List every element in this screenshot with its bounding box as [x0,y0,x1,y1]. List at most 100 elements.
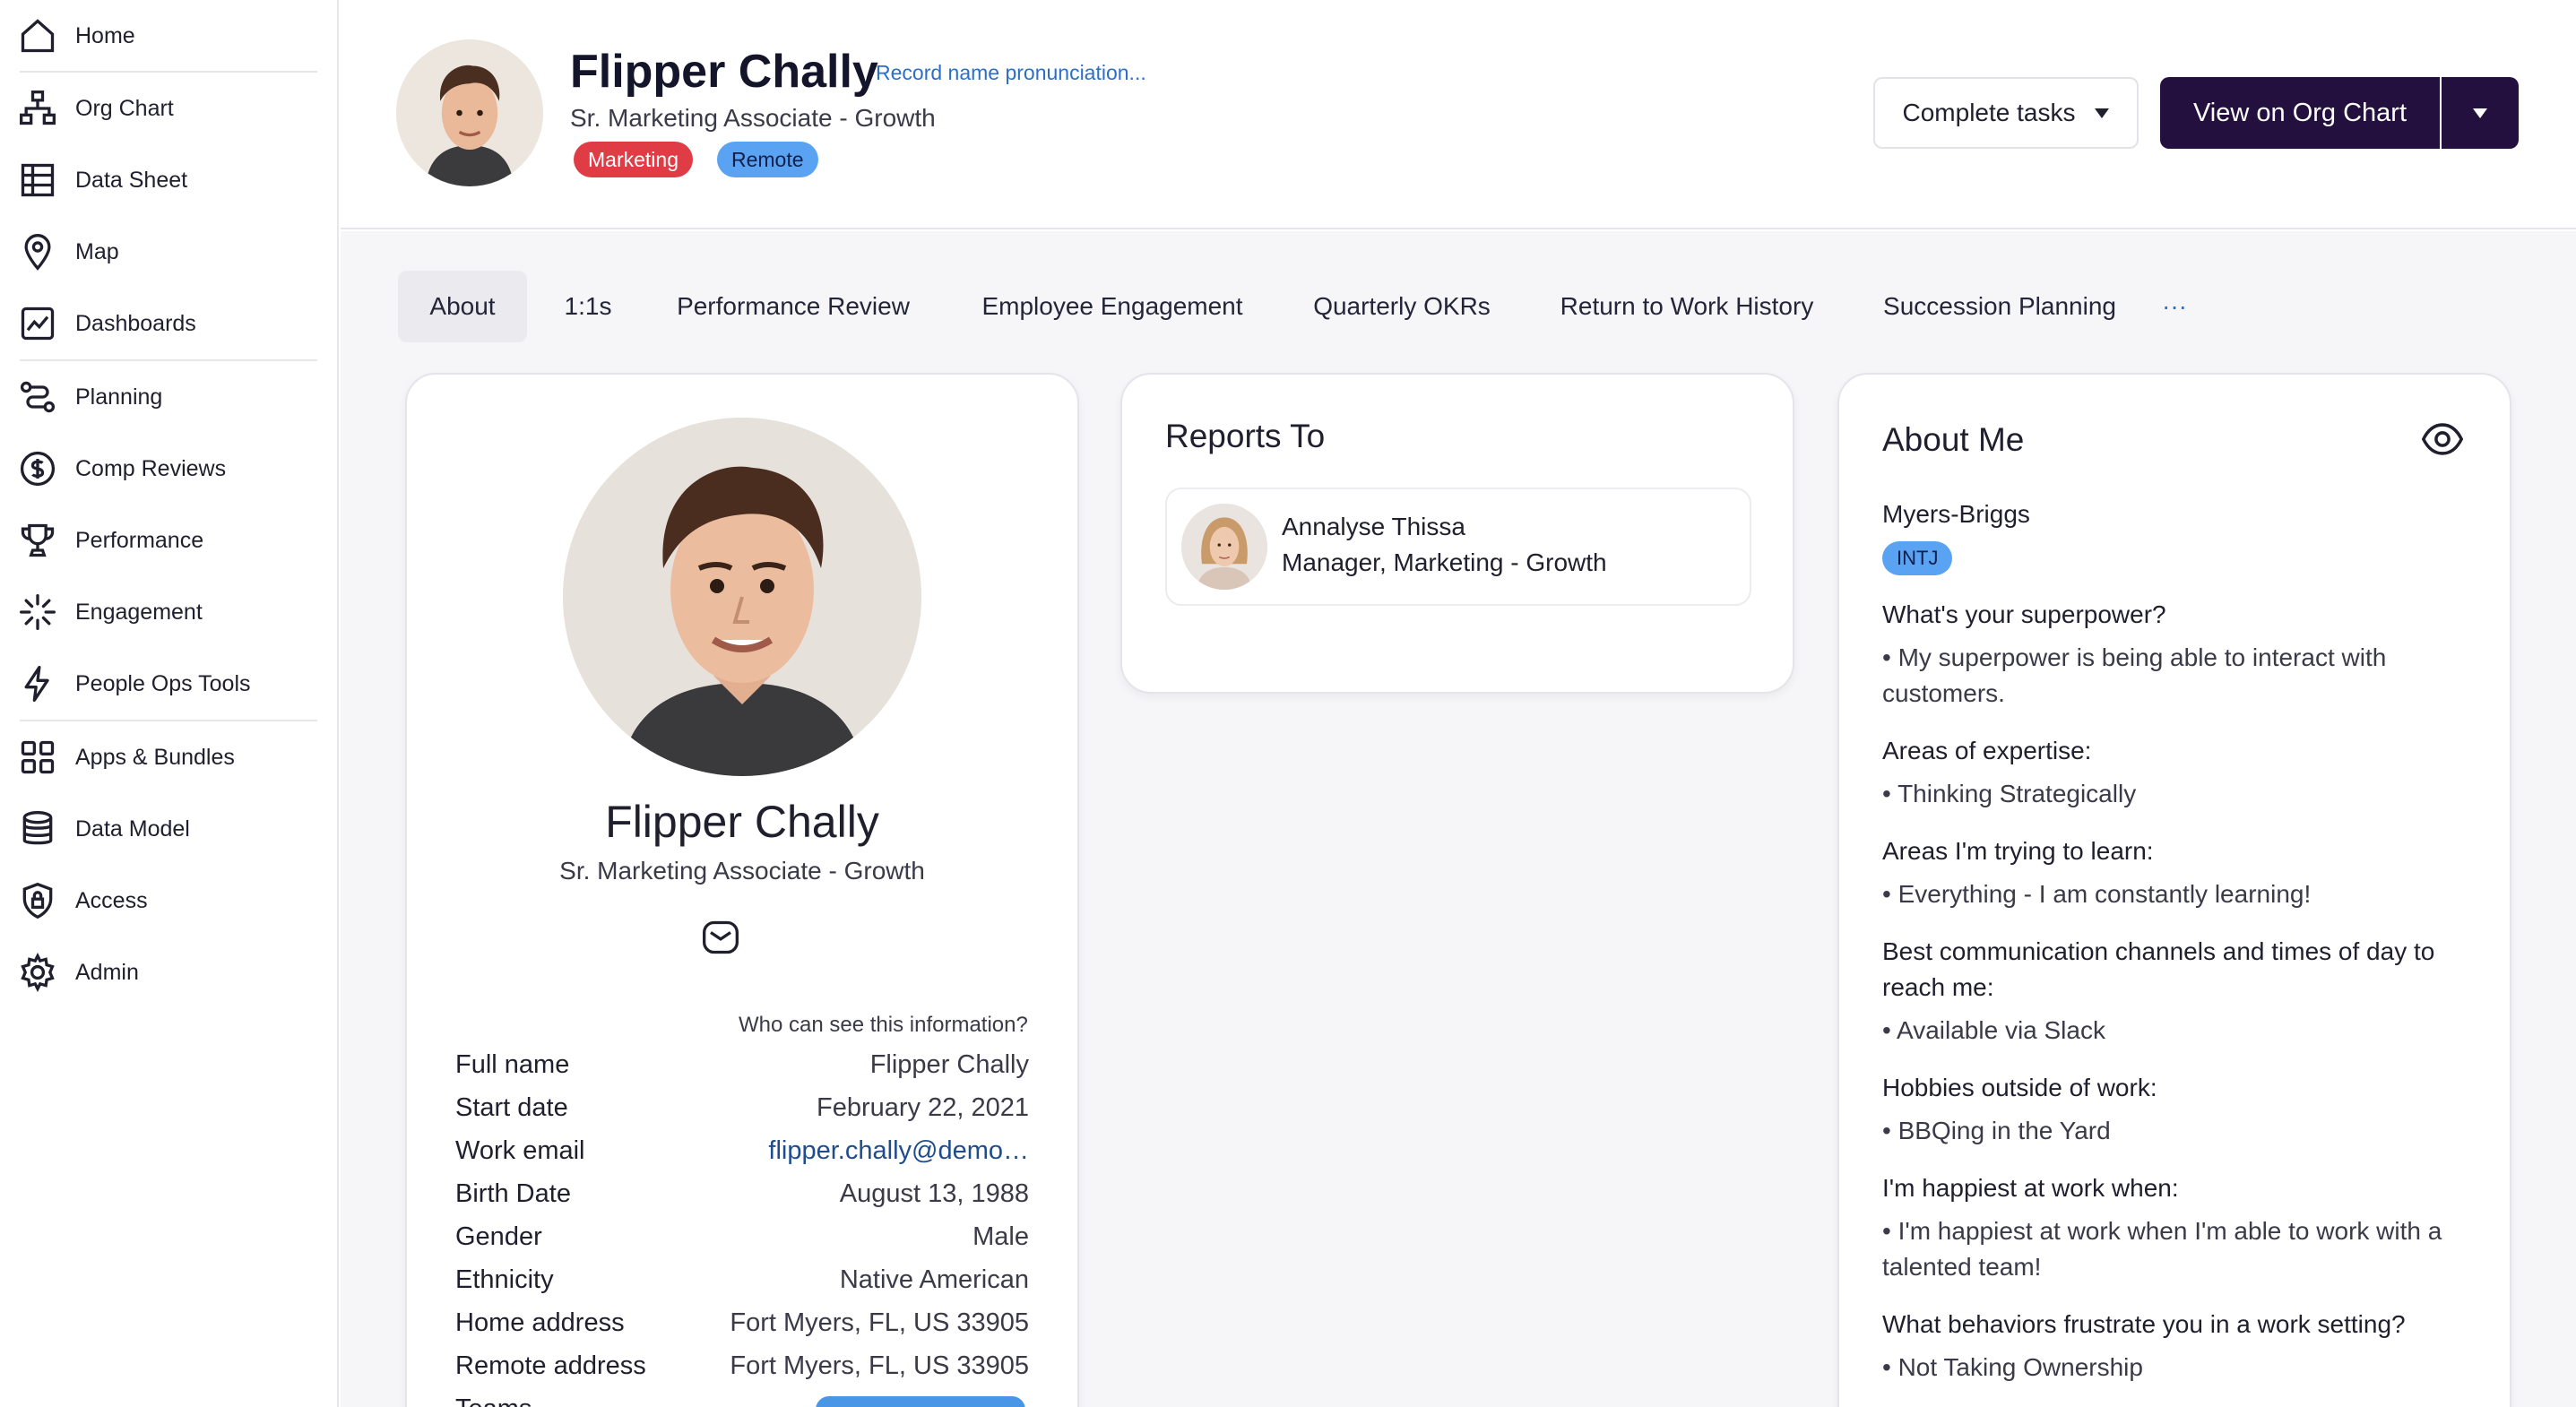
profile-photo [563,418,921,776]
field-ethnicity: Ethnicity Native American [455,1260,1029,1299]
org-chart-dropdown-button[interactable] [2442,77,2519,149]
sidebar-item-label: Dashboards [75,310,196,336]
manager-avatar [1181,504,1267,590]
sidebar-item-people-ops-tools[interactable]: People Ops Tools [16,657,321,711]
answer-happiest: • I'm happiest at work when I'm able to … [1882,1217,2442,1281]
question-communication: Best communication channels and times of… [1882,937,2435,1001]
sidebar-item-label: Performance [75,527,204,553]
email-icon[interactable] [701,918,740,957]
sidebar-item-label: Apps & Bundles [75,744,235,770]
work-email-link[interactable]: flipper.chally@demo… [768,1136,1029,1166]
sidebar-item-org-chart[interactable]: Org Chart [16,82,321,135]
location-badge[interactable]: Remote [717,142,818,177]
tab-performance-review[interactable]: Performance Review [660,271,927,342]
sidebar-item-label: Data Model [75,816,190,842]
field-label: Ethnicity [455,1265,554,1294]
field-value: Fort Myers, FL, US 33905 [730,1351,1029,1380]
field-value: August 13, 1988 [839,1178,1029,1208]
field-label: Remote address [455,1351,646,1380]
sidebar-item-comp-reviews[interactable]: Comp Reviews [16,442,321,496]
sidebar-item-label: Planning [75,384,163,410]
sidebar-item-label: People Ops Tools [75,670,251,696]
more-tabs-button[interactable]: ··· [2148,271,2201,342]
dashboard-icon [16,302,59,345]
shield-lock-icon [16,879,59,922]
sidebar-item-data-model[interactable]: Data Model [16,802,321,856]
sidebar-item-dashboards[interactable]: Dashboards [16,297,321,350]
dollar-icon [16,447,59,490]
sidebar-item-apps-bundles[interactable]: Apps & Bundles [16,730,321,784]
divider [20,359,317,361]
field-full-name: Full name Flipper Chally [455,1045,1029,1084]
complete-tasks-label: Complete tasks [1902,99,2076,126]
answer-learning: • Everything - I am constantly learning! [1882,880,2312,908]
field-work-email: Work email flipper.chally@demo… [455,1131,1029,1170]
tab-one-on-ones[interactable]: 1:1s [549,271,627,342]
home-icon [16,14,59,57]
sidebar-item-label: Data Sheet [75,167,188,193]
question-expertise: Areas of expertise: [1882,737,2092,764]
sidebar-item-map[interactable]: Map [16,225,321,279]
answer-hobbies: • BBQing in the Yard [1882,1117,2111,1144]
gear-icon [16,951,59,994]
field-value: Fort Myers, FL, US 33905 [730,1308,1029,1337]
sidebar-item-label: Comp Reviews [75,455,227,481]
field-label: Full name [455,1049,570,1079]
tab-quarterly-okrs[interactable]: Quarterly OKRs [1298,271,1506,342]
manager-role: Manager, Marketing - Growth [1282,548,1607,576]
field-gender: Gender Male [455,1217,1029,1256]
field-home-address: Home address Fort Myers, FL, US 33905 [455,1303,1029,1342]
caret-down-icon [2095,108,2110,118]
team-badge[interactable] [816,1396,1025,1407]
question-hobbies: Hobbies outside of work: [1882,1074,2157,1101]
reports-to-title: Reports To [1165,418,1326,454]
question-learning: Areas I'm trying to learn: [1882,837,2154,865]
avatar [396,39,543,186]
profile-title: Sr. Marketing Associate - Growth [559,857,925,885]
field-value: Native American [839,1265,1029,1294]
eye-icon[interactable] [2422,421,2463,457]
table-icon [16,159,59,202]
map-pin-icon [16,230,59,273]
sidebar-item-home[interactable]: Home [16,9,321,63]
question-happiest: I'm happiest at work when: [1882,1174,2179,1202]
field-value: Male [972,1221,1029,1251]
field-label: Teams [455,1394,532,1407]
manager-name: Annalyse Thissa [1282,513,1465,540]
mbti-badge: INTJ [1882,541,1953,575]
field-label: Gender [455,1221,542,1251]
record-pronunciation-link[interactable]: Record name pronunciation... [876,61,1146,85]
tab-return-to-work-history[interactable]: Return to Work History [1542,271,1832,342]
question-frustrations: What behaviors frustrate you in a work s… [1882,1310,2406,1338]
sidebar-item-label: Admin [75,959,139,985]
sidebar-item-access[interactable]: Access [16,874,321,928]
sidebar-item-label: Engagement [75,599,203,625]
about-me-title: About Me [1882,421,2025,458]
page-title: Flipper Chally [570,46,878,98]
planning-icon [16,375,59,419]
apps-grid-icon [16,736,59,779]
mbti-label: Myers-Briggs [1882,500,2030,528]
question-superpower: What's your superpower? [1882,600,2166,628]
profile-name: Flipper Chally [605,797,879,847]
field-remote-address: Remote address Fort Myers, FL, US 33905 [455,1346,1029,1385]
sidebar-item-planning[interactable]: Planning [16,370,321,424]
tab-employee-engagement[interactable]: Employee Engagement [963,271,1262,342]
field-value: February 22, 2021 [817,1092,1029,1122]
sidebar-item-data-sheet[interactable]: Data Sheet [16,153,321,207]
department-badge[interactable]: Marketing [574,142,693,177]
sidebar-item-performance[interactable]: Performance [16,514,321,567]
sidebar-item-engagement[interactable]: Engagement [16,585,321,639]
tab-succession-planning[interactable]: Succession Planning [1868,271,2131,342]
answer-communication: • Available via Slack [1882,1016,2105,1044]
org-chart-icon [16,87,59,130]
complete-tasks-button[interactable]: Complete tasks [1873,77,2139,149]
divider [20,720,317,721]
sidebar-item-label: Org Chart [75,95,174,121]
lightning-icon [16,662,59,705]
answer-expertise: • Thinking Strategically [1882,780,2137,807]
tab-about[interactable]: About [398,271,527,342]
sidebar-item-admin[interactable]: Admin [16,945,321,999]
view-on-org-chart-button[interactable]: View on Org Chart [2160,77,2440,149]
visibility-info-link[interactable]: Who can see this information? [739,1013,1028,1038]
